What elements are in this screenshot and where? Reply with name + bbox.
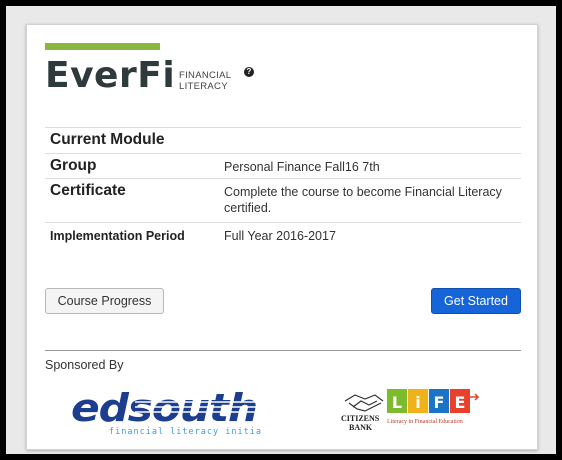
handshake-icon xyxy=(344,394,384,412)
life-letter-l: L xyxy=(392,393,402,412)
sponsored-by-heading: Sponsored By xyxy=(45,358,124,372)
table-row: Group Personal Finance Fall16 7th xyxy=(45,153,521,179)
get-started-button[interactable]: Get Started xyxy=(431,288,521,314)
module-info-table: Current Module Group Personal Finance Fa… xyxy=(45,127,521,251)
edsouth-wordmark: edsouth xyxy=(71,388,257,430)
life-tagline: Literacy in Financial Education xyxy=(387,419,463,425)
group-value: Personal Finance Fall16 7th xyxy=(219,153,521,179)
certificate-label: Certificate xyxy=(45,178,219,223)
help-icon[interactable]: ? xyxy=(244,67,254,77)
edsouth-logo: edsouth financial literacy initiative xyxy=(71,388,261,437)
current-module-label: Current Module xyxy=(45,127,219,154)
logo-accent-bar xyxy=(45,43,160,50)
life-letter-i: i xyxy=(415,393,420,412)
module-card: EverFi FINANCIAL LITERACY ? Current Modu… xyxy=(26,24,538,450)
life-letter-e: E xyxy=(455,393,466,412)
course-progress-button[interactable]: Course Progress xyxy=(45,288,164,314)
current-module-value xyxy=(219,127,521,154)
certificate-value: Complete the course to become Financial … xyxy=(219,178,521,223)
citizens-bank-life-logo: CITIZENS BANK L i F E Literacy in Financ… xyxy=(341,389,479,432)
table-row: Implementation Period Full Year 2016-201… xyxy=(45,222,521,251)
life-arrow-icon xyxy=(470,393,479,401)
implementation-period-label: Implementation Period xyxy=(45,222,219,251)
logo-subtitle: FINANCIAL LITERACY xyxy=(179,70,232,92)
life-letter-f: F xyxy=(434,393,445,412)
table-row: Current Module xyxy=(45,127,521,154)
window-frame: EverFi FINANCIAL LITERACY ? Current Modu… xyxy=(6,6,556,454)
citizens-bank-line2: BANK xyxy=(349,423,373,432)
edsouth-tagline: financial literacy initiative xyxy=(109,427,261,437)
citizens-bank-line1: CITIZENS xyxy=(341,414,380,423)
implementation-period-value: Full Year 2016-2017 xyxy=(219,222,521,251)
table-row: Certificate Complete the course to becom… xyxy=(45,178,521,223)
group-label: Group xyxy=(45,153,219,179)
divider xyxy=(45,350,521,351)
everfi-logo: EverFi xyxy=(45,55,176,96)
